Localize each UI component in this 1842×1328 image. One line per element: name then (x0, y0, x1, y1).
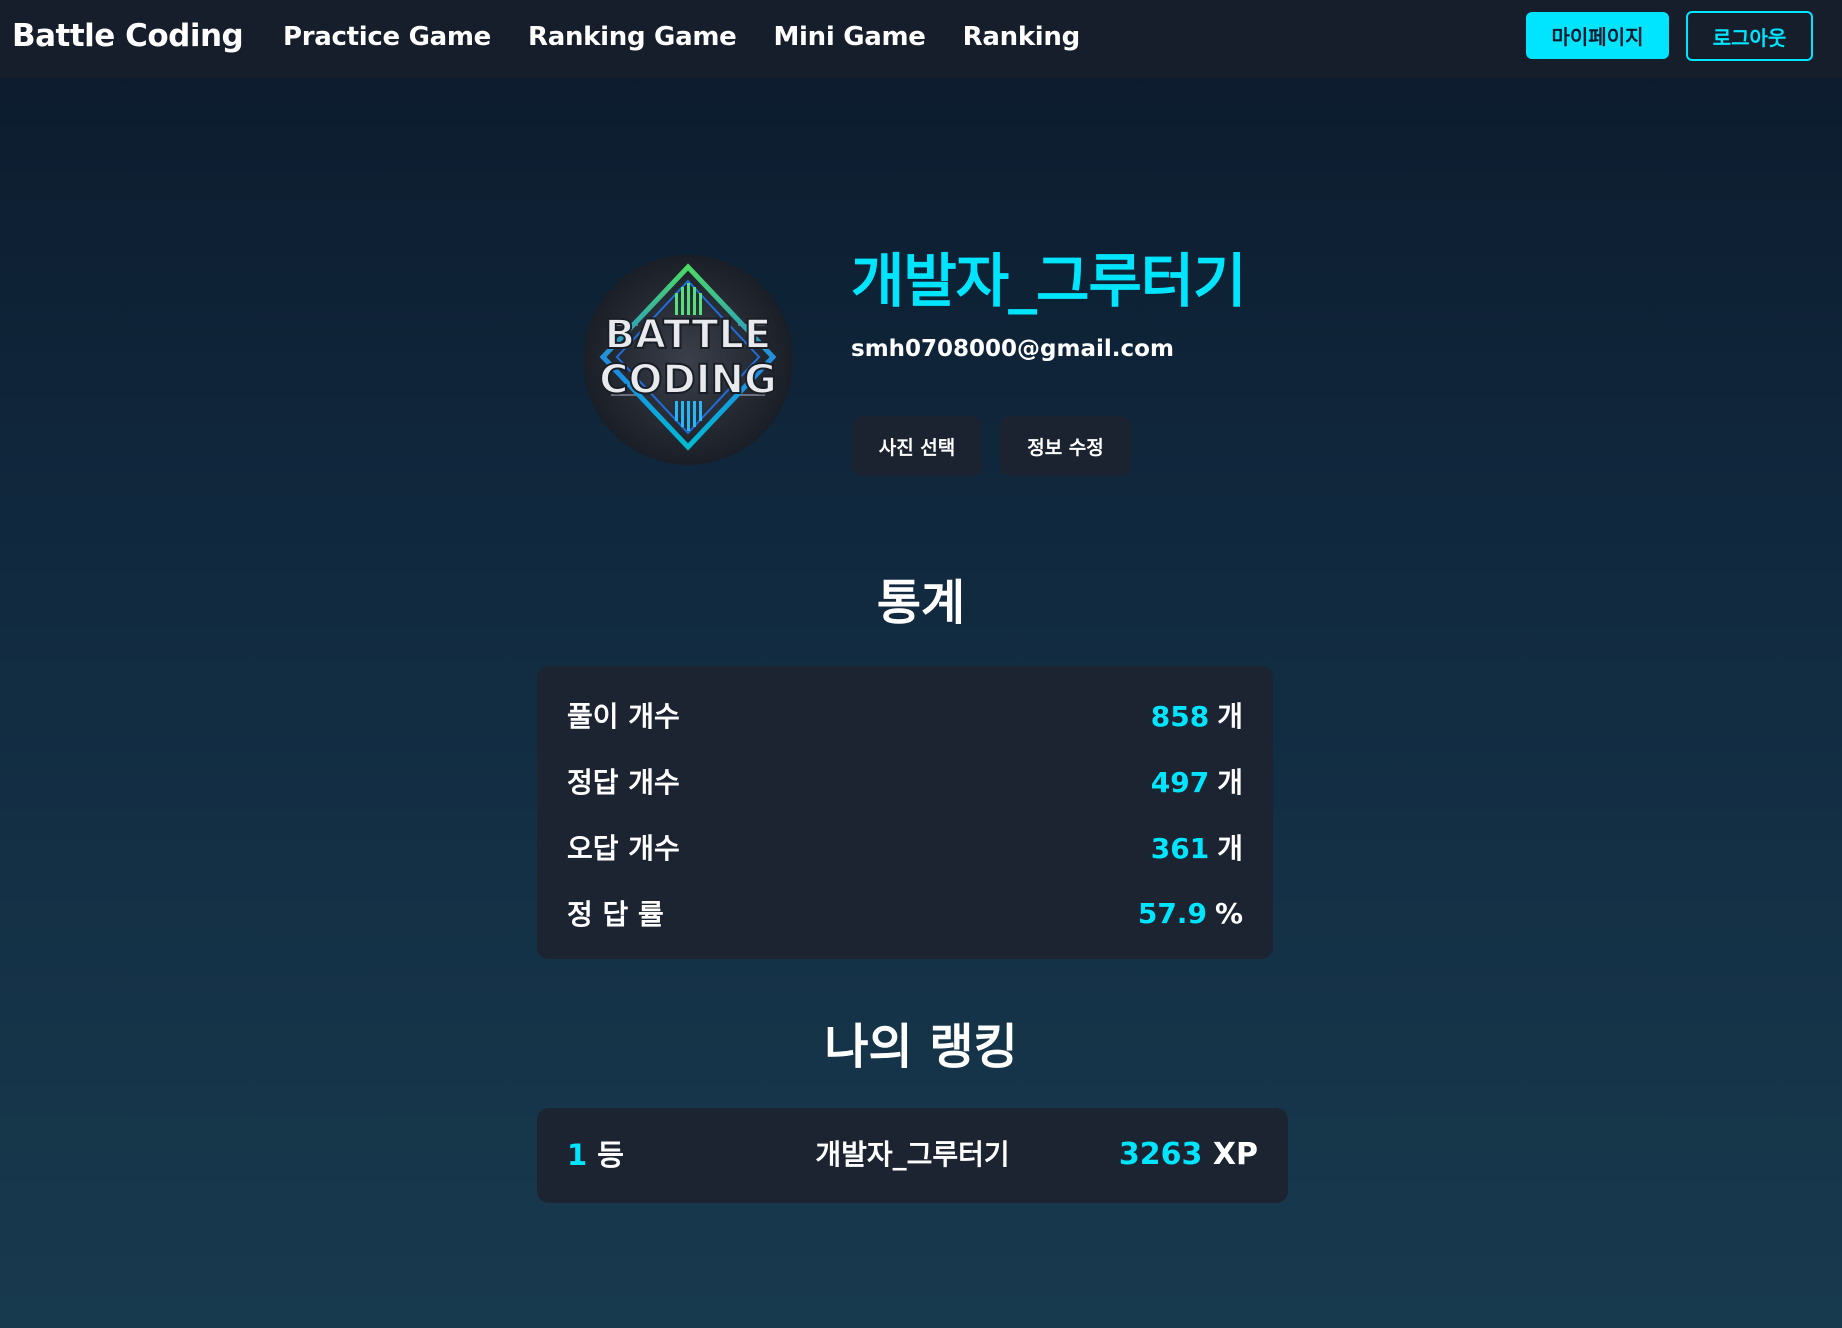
avatar-text-line-1: BATTLE (605, 312, 772, 358)
nav-mini-game[interactable]: Mini Game (773, 19, 925, 55)
stat-value: 361 개 (1151, 827, 1243, 867)
stat-row-wrong: 오답 개수 361 개 (567, 825, 1243, 869)
stat-row-solved: 풀이 개수 858 개 (567, 693, 1243, 737)
my-ranking-card: 1 등 개발자_그루터기 3263 XP (537, 1108, 1288, 1203)
stats-title: 통계 (876, 575, 966, 631)
stat-row-accuracy: 정 답 률 57.9% (567, 891, 1243, 935)
stat-label: 정답 개수 (567, 766, 680, 799)
navbar: Battle Coding Practice Game Ranking Game… (0, 0, 1842, 78)
avatar: BATTLE CODING (583, 255, 793, 465)
stat-number: 361 (1150, 832, 1210, 865)
stat-label: 오답 개수 (567, 832, 680, 865)
battle-coding-logo-icon: BATTLE CODING (583, 255, 793, 465)
stat-row-correct: 정답 개수 497 개 (567, 759, 1243, 803)
stat-unit: 개 (1217, 700, 1243, 733)
avatar-text-line-2: CODING (599, 357, 777, 403)
stats-card: 풀이 개수 858 개 정답 개수 497 개 오답 개수 361 개 정 답 률 5… (537, 666, 1273, 959)
profile-username: 개발자_그루터기 (851, 247, 1247, 315)
rank-xp: 3263 XP (1119, 1133, 1258, 1177)
stat-label: 정 답 률 (567, 898, 664, 931)
stat-value: 57.9% (1138, 897, 1243, 930)
logout-button[interactable]: 로그아웃 (1686, 11, 1813, 61)
stat-unit: % (1214, 896, 1243, 930)
brand-logo-text[interactable]: Battle Coding (12, 16, 244, 56)
nav-practice-game[interactable]: Practice Game (283, 19, 491, 55)
stat-unit: 개 (1217, 832, 1243, 865)
stat-number: 858 (1150, 700, 1210, 733)
xp-unit: XP (1212, 1137, 1258, 1172)
xp-value: 3263 (1118, 1137, 1203, 1172)
edit-info-button[interactable]: 정보 수정 (1000, 416, 1131, 476)
stat-number: 57.9 (1137, 896, 1207, 930)
stat-label: 풀이 개수 (567, 700, 680, 733)
nav-links: Practice Game Ranking Game Mini Game Ran… (283, 19, 1080, 55)
mypage-button[interactable]: 마이페이지 (1526, 12, 1669, 59)
stat-value: 497 개 (1151, 761, 1243, 801)
stat-unit: 개 (1217, 766, 1243, 799)
my-ranking-title: 나의 랭킹 (824, 1019, 1018, 1075)
nav-ranking-game[interactable]: Ranking Game (528, 19, 737, 55)
profile-email: smh0708000@gmail.com (851, 336, 1174, 362)
select-photo-button[interactable]: 사진 선택 (852, 416, 982, 476)
nav-ranking[interactable]: Ranking (963, 19, 1081, 55)
stat-number: 497 (1150, 766, 1210, 799)
stat-value: 858 개 (1151, 695, 1243, 735)
